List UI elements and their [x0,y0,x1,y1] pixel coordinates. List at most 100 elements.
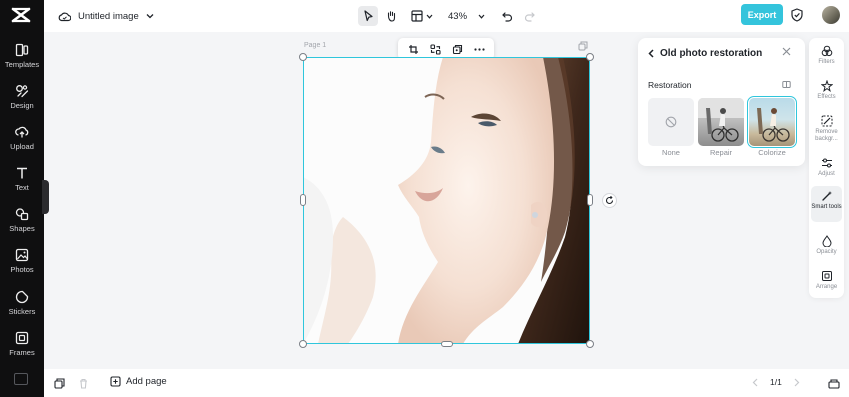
shapes-icon [15,208,29,221]
chevron-left-icon[interactable] [752,378,758,387]
canvas-tools: 43% [358,5,539,27]
rail-item-label: Upload [10,142,34,151]
rail-more-icon[interactable] [14,373,28,385]
bottom-bar: Add page 1/1 [44,369,849,397]
hand-tool-button[interactable] [381,6,401,26]
document-title-menu[interactable]: Untitled image [58,7,161,25]
frames-icon [15,331,29,345]
chevron-down-icon [146,14,154,19]
templates-icon [15,43,29,57]
layers-icon[interactable] [54,378,65,389]
add-page-button[interactable]: Add page [110,376,167,387]
chevron-left-icon [648,48,654,58]
undo-button[interactable] [497,6,517,26]
rail-item-stickers[interactable]: Stickers [0,290,44,326]
tool-filters[interactable]: Filters [811,41,842,66]
layout-menu-button[interactable] [408,6,436,26]
rail-item-text[interactable]: Text [0,166,44,202]
tool-effects[interactable]: Effects [811,76,842,101]
page-label: Page 1 [304,42,327,49]
rail-item-frames[interactable]: Frames [0,331,44,367]
option-repair[interactable] [698,98,744,146]
undo-icon [501,11,512,22]
compare-icon[interactable] [782,80,791,89]
app-logo-icon[interactable] [11,6,31,24]
repair-thumbnail [698,98,744,142]
rail-item-photos[interactable]: Photos [0,248,44,284]
arrange-icon [821,271,832,281]
cursor-icon [363,10,373,22]
resize-handle-top-right[interactable] [586,53,594,61]
tool-adjust[interactable]: Adjust [811,153,842,178]
option-label: Repair [709,148,733,157]
rail-item-design[interactable]: Design [0,84,44,120]
resize-handle-bottom-right[interactable] [586,340,594,348]
remove-background-icon [821,115,832,127]
cutout-icon [429,43,441,55]
panel-back-button[interactable]: Old photo restoration [648,46,762,60]
tool-arrange[interactable]: Arrange [811,266,842,291]
left-rail: Templates Design Upload Text Shapes Phot… [0,0,44,397]
canvas-photo[interactable] [303,57,590,344]
hand-icon [387,11,396,22]
resize-handle-right[interactable] [587,194,593,206]
add-page-label: Add page [126,376,167,387]
magic-wand-icon [821,191,832,201]
select-tool-button[interactable] [358,6,378,26]
layout-icon [411,10,423,22]
rail-collapse-handle[interactable] [42,180,49,214]
top-bar: Untitled image 43% Export [44,0,849,32]
page-pager: 1/1 [752,377,800,387]
tool-label: Effects [817,94,836,100]
resize-handle-top-left[interactable] [299,53,307,61]
add-page-icon [110,376,121,387]
rail-item-label: Templates [4,60,40,69]
tool-label: Opacity [816,249,837,255]
chevron-right-icon[interactable] [794,378,800,387]
rotate-button[interactable] [602,193,617,208]
text-icon [17,167,27,179]
rail-item-templates[interactable]: Templates [0,43,44,79]
avatar[interactable] [822,6,840,24]
rotate-icon [605,196,614,205]
rail-item-label: Shapes [9,224,35,233]
resize-handle-left[interactable] [300,194,306,206]
chevron-down-icon [426,14,433,19]
shield-icon[interactable] [791,8,803,22]
option-label: Colorize [758,148,786,157]
close-icon[interactable] [782,47,791,56]
tool-remove-background[interactable]: Remove backgr... [811,111,842,143]
more-options-button[interactable] [470,40,488,58]
effects-icon [820,80,833,92]
layers-button[interactable] [448,40,466,58]
redo-button[interactable] [519,6,539,26]
rail-item-label: Stickers [8,307,36,316]
tool-opacity[interactable]: Opacity [811,231,842,256]
zoom-level: 43% [448,10,468,22]
tool-smart-tools[interactable]: Smart tools [811,186,842,222]
opacity-icon [821,235,832,247]
crop-icon [408,44,418,54]
resize-handle-bottom-left[interactable] [299,340,307,348]
export-button[interactable]: Export [741,4,783,25]
cutout-button[interactable] [426,40,444,58]
duplicate-page-icon[interactable] [578,41,588,51]
rail-item-upload[interactable]: Upload [0,125,44,161]
rail-item-label: Photos [10,265,34,274]
delete-page-icon[interactable] [78,378,89,389]
design-icon [16,85,29,98]
rail-item-shapes[interactable]: Shapes [0,207,44,243]
right-tool-strip: Filters Effects Remove backgr... Adjust … [809,38,844,298]
option-none[interactable] [648,98,694,146]
photos-icon [15,248,29,262]
zoom-control[interactable]: 43% [448,11,485,22]
section-title: Restoration [648,80,692,90]
page-panel-icon[interactable] [828,378,840,389]
stickers-icon [15,290,29,304]
option-colorize[interactable] [747,96,797,148]
old-photo-restoration-panel: Old photo restoration Restoration None R… [638,38,805,166]
tool-label: Adjust [818,171,835,177]
crop-button[interactable] [404,40,422,58]
resize-handle-bottom[interactable] [441,341,453,347]
adjust-icon [821,158,832,168]
